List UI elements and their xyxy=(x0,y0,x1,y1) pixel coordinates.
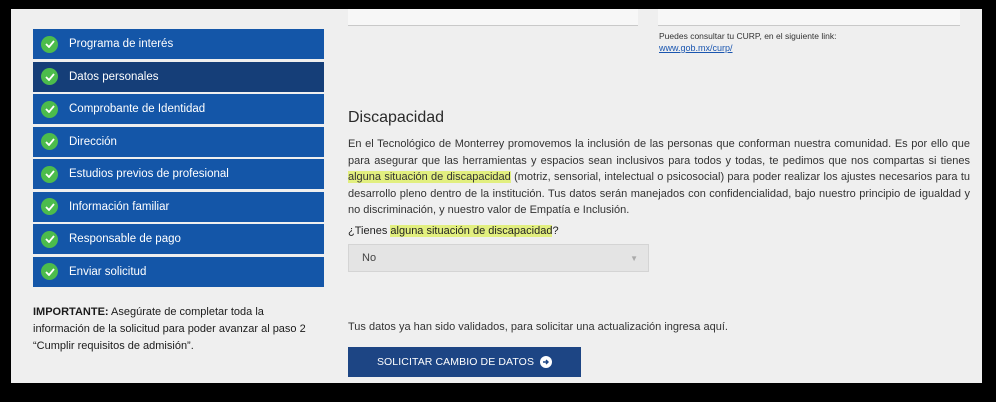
sidebar-item-direccion[interactable]: Dirección xyxy=(33,126,324,157)
check-circle-icon xyxy=(41,100,58,118)
sidebar-item-label: Comprobante de Identidad xyxy=(69,103,206,115)
form-window: Programa de interés Datos personales Com… xyxy=(11,9,982,383)
check-circle-icon xyxy=(41,230,58,248)
curp-link[interactable]: www.gob.mx/curp/ xyxy=(659,43,733,53)
sidebar-item-enviar[interactable]: Enviar solicitud xyxy=(33,256,324,287)
disability-question: ¿Tienes alguna situación de discapacidad… xyxy=(348,225,559,237)
sidebar-item-label: Información familiar xyxy=(69,200,170,213)
disability-description: En el Tecnológico de Monterrey promovemo… xyxy=(348,136,970,219)
sidebar-item-comprobante[interactable]: Comprobante de Identidad xyxy=(33,94,324,124)
check-circle-icon xyxy=(41,263,58,280)
sidebar-item-label: Datos personales xyxy=(69,70,159,83)
validation-message: Tus datos ya han sido validados, para so… xyxy=(348,321,728,333)
disability-select[interactable]: No ▼ xyxy=(348,244,649,272)
question-prefix: ¿Tienes xyxy=(348,225,391,237)
arrow-circle-icon xyxy=(540,356,553,368)
check-circle-icon xyxy=(41,165,58,183)
check-circle-icon xyxy=(41,133,58,150)
previous-field-input[interactable] xyxy=(348,9,638,26)
sidebar-item-label: Responsable de pago xyxy=(69,233,181,245)
button-label: SOLICITAR CAMBIO DE DATOS xyxy=(376,356,535,368)
chevron-down-icon: ▼ xyxy=(630,254,638,263)
important-note: IMPORTANTE: Asegúrate de completar toda … xyxy=(33,304,323,355)
section-title: Discapacidad xyxy=(348,109,445,126)
curp-note: Puedes consultar tu CURP, en el siguient… xyxy=(659,31,837,41)
request-data-change-button[interactable]: SOLICITAR CAMBIO DE DATOS xyxy=(348,347,581,377)
sidebar-item-responsable[interactable]: Responsable de pago xyxy=(33,224,324,254)
sidebar-item-label: Estudios previos de profesional xyxy=(69,168,229,180)
question-highlight: alguna situación de discapacidad xyxy=(390,225,553,237)
select-value: No xyxy=(362,252,377,264)
curp-input[interactable] xyxy=(658,9,960,26)
important-label: IMPORTANTE: xyxy=(33,306,109,318)
sidebar: Programa de interés Datos personales Com… xyxy=(33,29,324,289)
description-text: En el Tecnológico de Monterrey promovemo… xyxy=(348,138,970,167)
sidebar-item-label: Enviar solicitud xyxy=(69,265,147,278)
sidebar-item-familiar[interactable]: Información familiar xyxy=(33,191,324,222)
highlighted-text: alguna situación de discapacidad xyxy=(348,171,511,183)
check-circle-icon xyxy=(41,68,58,85)
sidebar-item-programa[interactable]: Programa de interés xyxy=(33,29,324,59)
sidebar-item-estudios[interactable]: Estudios previos de profesional xyxy=(33,159,324,189)
sidebar-item-label: Dirección xyxy=(69,135,117,148)
check-circle-icon xyxy=(41,198,58,215)
check-circle-icon xyxy=(41,35,58,53)
question-suffix: ? xyxy=(552,225,559,237)
sidebar-item-label: Programa de interés xyxy=(69,38,174,50)
sidebar-item-datos-personales[interactable]: Datos personales xyxy=(33,61,324,92)
